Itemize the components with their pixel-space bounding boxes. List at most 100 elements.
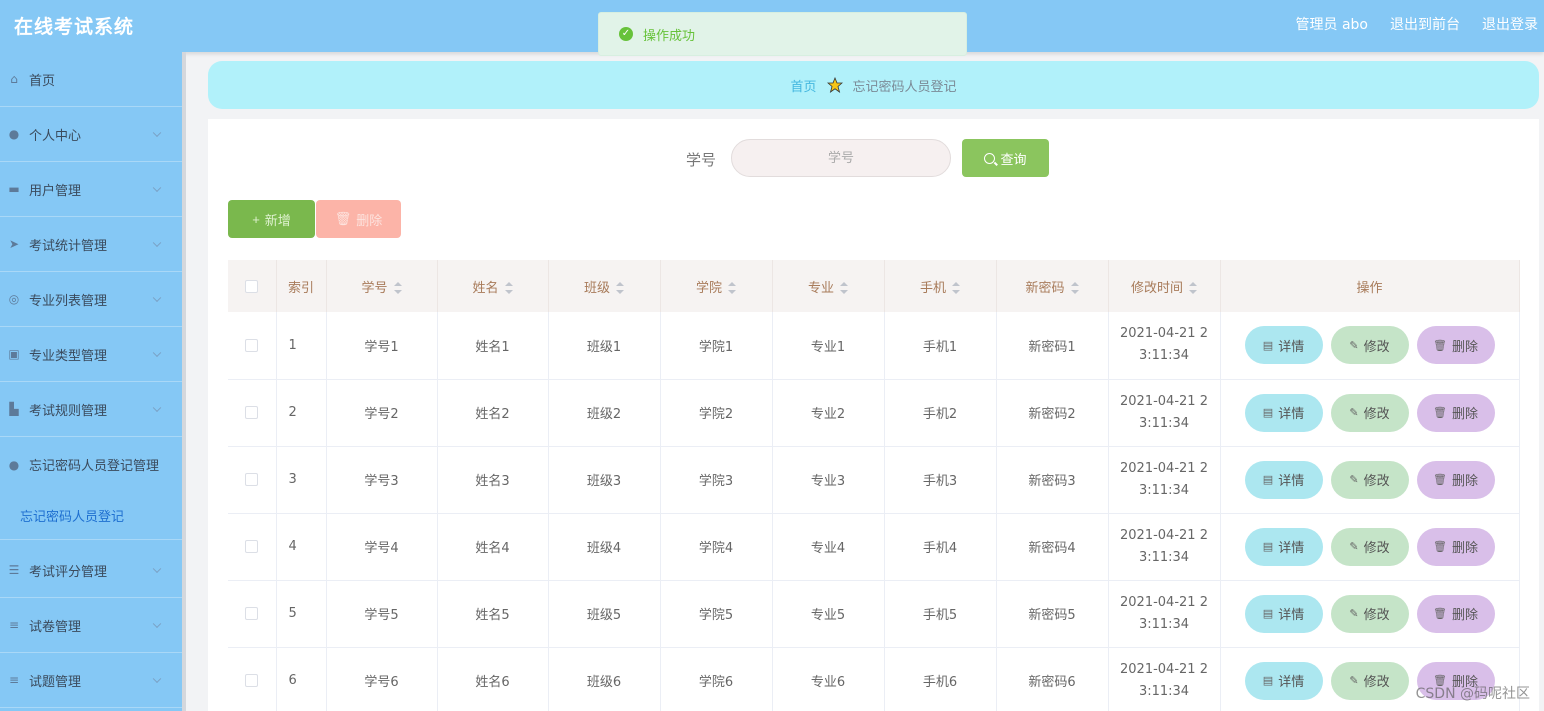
edit-button[interactable]: ✎ 修改	[1330, 393, 1409, 432]
sort-icon[interactable]	[1070, 282, 1079, 294]
row-delete-button[interactable]: 🗑 删除	[1416, 460, 1495, 499]
cell-major: 专业6	[772, 647, 885, 711]
sidebar-item-label: 专业列表管理	[29, 293, 108, 309]
breadcrumb-home[interactable]: 首页	[790, 76, 816, 95]
cell-modified-time: 2021-04-21 2 3:11:34	[1108, 647, 1221, 711]
sidebar-item-question-management[interactable]: ≡ 试题管理	[0, 653, 182, 708]
row-delete-button[interactable]: 🗑 删除	[1416, 527, 1495, 566]
sort-icon[interactable]	[393, 282, 402, 294]
edit-button-label: 修改	[1363, 339, 1390, 355]
select-all-cell	[228, 260, 277, 312]
sidebar-scrollbar[interactable]	[182, 52, 186, 711]
sidebar-item-exam-rules[interactable]: ▙ 考试规则管理	[0, 382, 182, 437]
row-delete-button[interactable]: 🗑 删除	[1416, 594, 1495, 633]
row-select-cell	[228, 312, 277, 380]
chevron-down-icon	[152, 403, 162, 413]
sidebar-item-forgot-password[interactable]: ● 忘记密码人员登记管理	[0, 437, 182, 492]
row-delete-button-label: 删除	[1451, 407, 1478, 422]
detail-button[interactable]: ▤ 详情	[1244, 594, 1323, 633]
sort-icon[interactable]	[616, 282, 624, 294]
sidebar-item-user-management[interactable]: ▬ 用户管理	[0, 162, 182, 217]
sort-icon[interactable]	[504, 282, 513, 294]
row-checkbox[interactable]	[245, 473, 259, 486]
row-delete-button-label: 删除	[1451, 541, 1478, 556]
student-id-search-input[interactable]	[731, 139, 951, 177]
edit-button-label: 修改	[1363, 675, 1390, 690]
edit-button[interactable]: ✎ 修改	[1330, 460, 1409, 499]
detail-button[interactable]: ▤ 详情	[1244, 460, 1323, 499]
search-button[interactable]: 查询	[962, 139, 1049, 177]
col-header-label: 修改时间	[1130, 280, 1183, 296]
sort-icon[interactable]	[1189, 282, 1197, 294]
cell-modified-time: 2021-04-21 2 3:11:34	[1108, 513, 1221, 581]
document-icon: ▤	[1262, 540, 1274, 553]
edit-button[interactable]: ✎ 修改	[1330, 527, 1409, 566]
chevron-down-icon	[152, 619, 162, 629]
send-icon: ➤	[8, 237, 20, 251]
logout-link[interactable]: 退出登录	[1482, 14, 1538, 34]
row-checkbox[interactable]	[245, 540, 259, 553]
sidebar-item-paper-management[interactable]: ≡ 试卷管理	[0, 598, 182, 653]
edit-button[interactable]: ✎ 修改	[1330, 594, 1409, 633]
trash-icon: 🗑	[1433, 473, 1447, 486]
exit-to-front-link[interactable]: 退出到前台	[1390, 14, 1460, 34]
detail-button[interactable]: ▤ 详情	[1244, 661, 1323, 700]
col-header-actions: 操作	[1220, 260, 1520, 312]
sort-icon[interactable]	[952, 282, 960, 294]
cell-name: 姓名4	[437, 513, 549, 581]
admin-user-link[interactable]: 管理员 abo	[1296, 14, 1368, 34]
col-header-phone[interactable]: 手机	[884, 260, 997, 312]
col-header-student-id[interactable]: 学号	[326, 260, 438, 312]
col-header-name[interactable]: 姓名	[437, 260, 549, 312]
sidebar-item-personal-center[interactable]: ● 个人中心	[0, 107, 182, 162]
breadcrumb: 首页 忘记密码人员登记	[208, 61, 1539, 109]
cell-modified-time: 2021-04-21 2 3:11:34	[1108, 580, 1221, 648]
check-circle-icon: ✓	[619, 27, 633, 41]
chevron-down-icon	[152, 293, 162, 303]
sort-icon[interactable]	[840, 282, 848, 294]
table-row: 4 学号4 姓名4 班级4 学院4 专业4 手机4 新密码4 2021-04-21 2 3:11…	[228, 513, 1520, 581]
sidebar-item-home[interactable]: ⌂ 首页	[0, 52, 182, 107]
trash-icon: 🗑	[1433, 607, 1447, 620]
cell-new-password: 新密码6	[996, 647, 1109, 711]
sort-icon[interactable]	[728, 282, 736, 294]
edit-button[interactable]: ✎ 修改	[1330, 661, 1409, 700]
col-header-major[interactable]: 专业	[772, 260, 885, 312]
sidebar-item-exam-scoring[interactable]: ☰ 考试评分管理	[0, 543, 182, 598]
batch-delete-button[interactable]: 🗑 删除	[316, 200, 401, 238]
add-button[interactable]: + 新增	[228, 200, 315, 238]
search-icon	[984, 152, 996, 164]
trash-icon: 🗑	[334, 211, 352, 226]
sidebar-subitem-label: 忘记密码人员登记	[20, 510, 125, 525]
sidebar-subitem-forgot-password-register[interactable]: 忘记密码人员登记	[0, 492, 182, 540]
edit-button[interactable]: ✎ 修改	[1330, 326, 1409, 365]
col-header-modified-time[interactable]: 修改时间	[1108, 260, 1221, 312]
cell-student-id: 学号4	[326, 513, 438, 581]
col-header-new-password[interactable]: 新密码	[996, 260, 1109, 312]
row-checkbox[interactable]	[245, 406, 259, 419]
detail-button[interactable]: ▤ 详情	[1244, 527, 1323, 566]
chevron-down-icon	[152, 674, 162, 684]
row-delete-button[interactable]: 🗑 删除	[1416, 326, 1495, 365]
row-delete-button[interactable]: 🗑 删除	[1416, 393, 1495, 432]
toast-message: 操作成功	[643, 28, 696, 44]
detail-button[interactable]: ▤ 详情	[1244, 326, 1323, 365]
list-icon: ≡	[8, 673, 20, 687]
col-header-class[interactable]: 班级	[548, 260, 661, 312]
cell-class: 班级5	[548, 580, 661, 648]
detail-button[interactable]: ▤ 详情	[1244, 393, 1323, 432]
cell-major: 专业4	[772, 513, 885, 581]
sidebar-item-exam-stats[interactable]: ➤ 考试统计管理	[0, 217, 182, 272]
user-icon: ●	[8, 127, 20, 141]
row-checkbox[interactable]	[245, 674, 259, 687]
row-select-cell	[228, 379, 277, 447]
col-header-college[interactable]: 学院	[660, 260, 773, 312]
sidebar-item-major-list[interactable]: ◎ 专业列表管理	[0, 272, 182, 327]
row-checkbox[interactable]	[245, 338, 259, 352]
row-checkbox[interactable]	[245, 607, 259, 620]
cell-actions: ▤ 详情 ✎ 修改 🗑 删除	[1220, 513, 1520, 581]
col-header-index: 索引	[276, 260, 327, 312]
select-all-checkbox[interactable]	[245, 279, 259, 293]
sidebar-item-major-type[interactable]: ▣ 专业类型管理	[0, 327, 182, 382]
star-icon	[826, 77, 843, 93]
